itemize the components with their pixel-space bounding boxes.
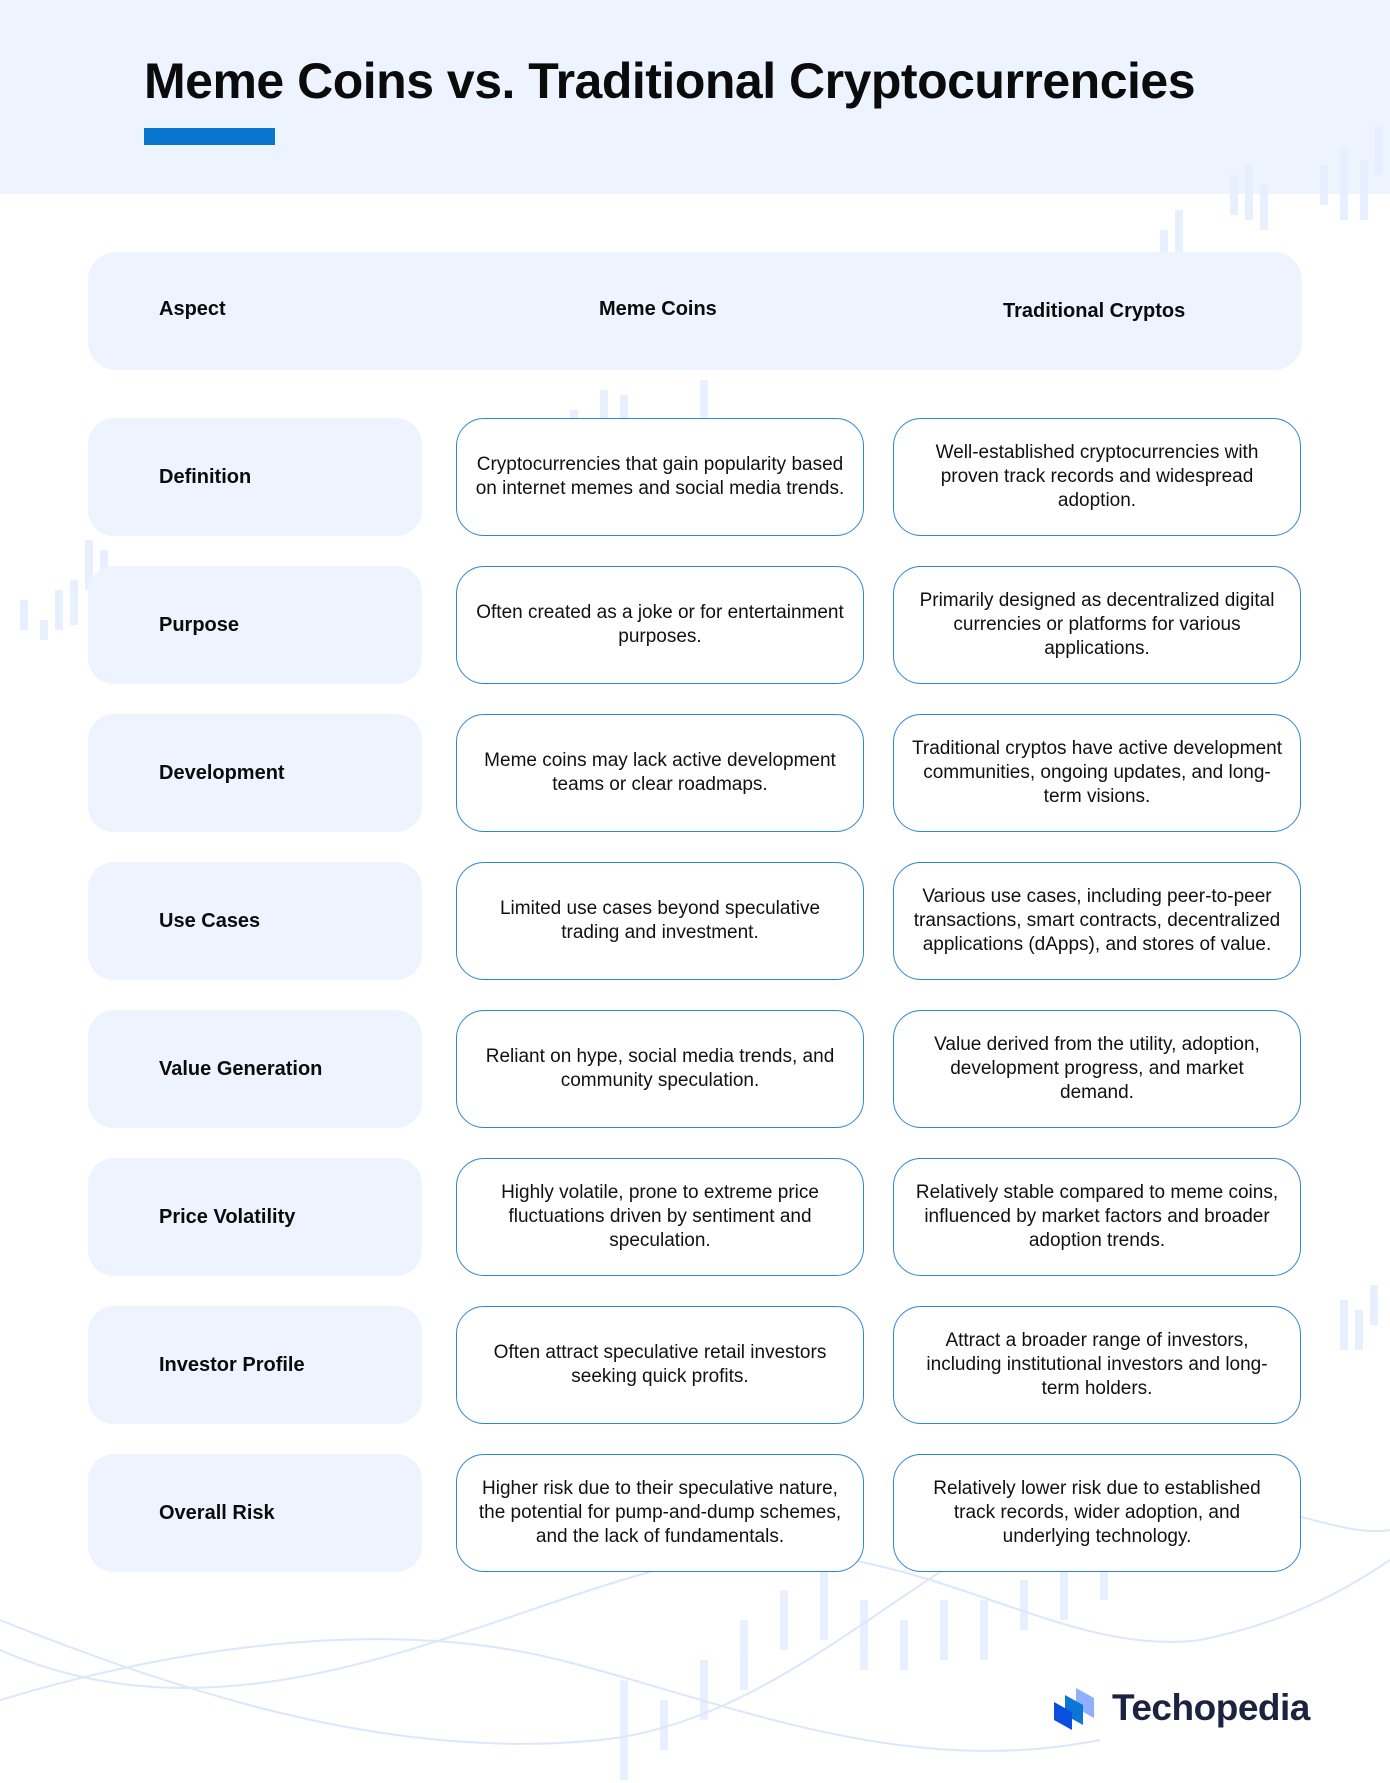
table-header-row: Aspect Meme Coins Traditional Cryptos (88, 252, 1302, 370)
header-meme-coins: Meme Coins (599, 298, 717, 320)
row-label-definition: Definition (88, 418, 422, 536)
traditional-cell: Attract a broader range of investors, in… (893, 1306, 1301, 1424)
meme-cell: Higher risk due to their speculative nat… (456, 1454, 864, 1572)
meme-cell: Often attract speculative retail investo… (456, 1306, 864, 1424)
traditional-cell: Relatively stable compared to meme coins… (893, 1158, 1301, 1276)
row-label-purpose: Purpose (88, 566, 422, 684)
traditional-cell: Various use cases, including peer-to-pee… (893, 862, 1301, 980)
logo-wordmark: Techopedia (1112, 1687, 1310, 1728)
row-label-use-cases: Use Cases (88, 862, 422, 980)
traditional-cell: Value derived from the utility, adoption… (893, 1010, 1301, 1128)
traditional-cell: Well-established cryptocurrencies with p… (893, 418, 1301, 536)
traditional-cell: Relatively lower risk due to established… (893, 1454, 1301, 1572)
traditional-cell: Traditional cryptos have active developm… (893, 714, 1301, 832)
title-accent-bar (144, 128, 275, 145)
meme-cell: Limited use cases beyond speculative tra… (456, 862, 864, 980)
header-traditional-cryptos: Traditional Cryptos (1003, 300, 1186, 322)
techopedia-logo-icon (1054, 1688, 1094, 1730)
page-title: Meme Coins vs. Traditional Cryptocurrenc… (144, 53, 1196, 109)
row-label-value-generation: Value Generation (88, 1010, 422, 1128)
techopedia-logo: Techopedia (1052, 1686, 1310, 1730)
meme-cell: Often created as a joke or for entertain… (456, 566, 864, 684)
meme-cell: Cryptocurrencies that gain popularity ba… (456, 418, 864, 536)
row-label-investor-profile: Investor Profile (88, 1306, 422, 1424)
meme-cell: Reliant on hype, social media trends, an… (456, 1010, 864, 1128)
meme-cell: Meme coins may lack active development t… (456, 714, 864, 832)
meme-cell: Highly volatile, prone to extreme price … (456, 1158, 864, 1276)
row-label-development: Development (88, 714, 422, 832)
header-aspect: Aspect (159, 298, 226, 320)
row-label-overall-risk: Overall Risk (88, 1454, 422, 1572)
traditional-cell: Primarily designed as decentralized digi… (893, 566, 1301, 684)
row-label-price-volatility: Price Volatility (88, 1158, 422, 1276)
